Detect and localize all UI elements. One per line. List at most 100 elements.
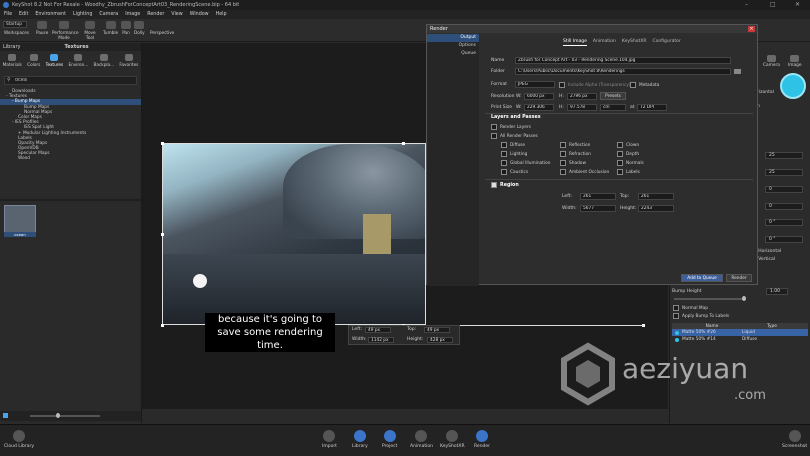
slider-handle[interactable] xyxy=(56,413,60,418)
import-button[interactable]: Import xyxy=(322,430,337,449)
pass-gi-checkbox[interactable]: Global Illumination xyxy=(501,160,550,166)
tab-environments[interactable]: Environ... xyxy=(68,52,88,72)
res-width-field[interactable]: 6000 px xyxy=(524,93,554,100)
tab-image[interactable]: Image xyxy=(788,55,801,68)
region-handle-ml[interactable] xyxy=(161,233,164,236)
pass-labels-checkbox[interactable]: Labels xyxy=(617,169,640,175)
param-field[interactable]: 0 xyxy=(765,203,803,210)
column-header-type[interactable]: Type xyxy=(742,324,802,329)
close-window-button[interactable]: ✕ xyxy=(795,1,800,8)
pass-clown-checkbox[interactable]: Clown xyxy=(617,142,639,148)
add-to-queue-button[interactable]: Add to Queue xyxy=(681,274,723,282)
pan-button[interactable]: Pan xyxy=(121,21,131,35)
menu-edit[interactable]: Edit xyxy=(19,12,28,17)
param-field[interactable]: 0 ° xyxy=(765,219,803,226)
region-handle-tl[interactable] xyxy=(161,142,164,145)
pass-refraction-checkbox[interactable]: Refraction xyxy=(560,151,591,157)
format-select[interactable]: JPEG xyxy=(515,81,555,88)
region-handle-tm[interactable] xyxy=(402,142,405,145)
move-tool-button[interactable]: Move Tool xyxy=(82,21,98,40)
render-nav-button[interactable]: Render xyxy=(474,430,490,449)
panel-splitter[interactable] xyxy=(0,199,141,201)
material-preview-swatch[interactable] xyxy=(780,73,806,99)
tab-backplates[interactable]: Backpla... xyxy=(94,52,114,72)
region-left-input[interactable]: 261 xyxy=(580,193,616,200)
minimize-button[interactable]: – xyxy=(745,1,748,8)
grid-view-icon[interactable] xyxy=(3,413,8,418)
res-height-field[interactable]: 2796 px xyxy=(567,93,597,100)
presets-button[interactable]: Presets xyxy=(600,92,626,100)
print-height-field[interactable]: 97.578 xyxy=(567,104,597,111)
param-field[interactable]: 0 ° xyxy=(765,236,803,243)
tab-colors[interactable]: Colors xyxy=(27,52,40,72)
pause-button[interactable]: Pause xyxy=(36,21,48,35)
pass-normals-checkbox[interactable]: Normals xyxy=(617,160,644,166)
menu-window[interactable]: Window xyxy=(190,12,209,17)
perspective-select[interactable]: Perspective xyxy=(150,30,174,35)
dialog-close-button[interactable]: × xyxy=(748,26,755,32)
metadata-checkbox[interactable]: Metadata xyxy=(630,82,659,88)
pass-caustics-checkbox[interactable]: Caustics xyxy=(501,169,528,175)
pass-ao-checkbox[interactable]: Ambient Occlusion xyxy=(560,169,609,175)
print-dpi-field[interactable]: 72 DPI xyxy=(637,104,667,111)
menu-camera[interactable]: Camera xyxy=(99,12,118,17)
folder-field[interactable]: C:\Users\Public\Documents\KeyShot 8\Rend… xyxy=(515,68,731,75)
render-layers-checkbox[interactable]: Render Layers xyxy=(491,124,531,130)
menu-help[interactable]: Help xyxy=(216,12,227,17)
pass-lighting-checkbox[interactable]: Lighting xyxy=(501,151,527,157)
all-passes-checkbox[interactable]: All Render Passes xyxy=(491,133,538,139)
include-alpha-checkbox[interactable]: Include Alpha (Transparency) xyxy=(559,82,631,88)
region-checkbox[interactable]: Region xyxy=(491,182,519,188)
normal-map-checkbox[interactable]: Normal Map xyxy=(673,305,708,311)
library-button[interactable]: Library xyxy=(352,430,368,449)
print-unit-select[interactable]: cm xyxy=(600,104,626,111)
folder-browse-icon[interactable] xyxy=(734,69,741,74)
region-height-input[interactable]: 2243 xyxy=(638,205,674,212)
keyshotxr-button[interactable]: KeyShotXR xyxy=(440,430,465,449)
param-field[interactable]: 0 xyxy=(765,186,803,193)
name-field[interactable]: Zbrush for Concept Art - 03 - Rendering … xyxy=(515,57,731,64)
menu-view[interactable]: View xyxy=(171,12,182,17)
render-button[interactable]: Render xyxy=(726,274,752,282)
nav-output[interactable]: Output xyxy=(427,34,479,42)
tumble-button[interactable]: Tumble xyxy=(103,21,118,35)
param-field[interactable]: 25 xyxy=(765,169,803,176)
nav-options[interactable]: Options xyxy=(427,42,479,50)
menu-environment[interactable]: Environment xyxy=(35,12,66,17)
region-width-input[interactable]: 5677 xyxy=(580,205,616,212)
project-button[interactable]: Project xyxy=(382,430,397,449)
apply-bump-checkbox[interactable]: Apply Bump To Labels xyxy=(673,313,729,319)
thumbnail-size-slider[interactable] xyxy=(30,415,100,417)
tab-textures[interactable]: Textures xyxy=(46,52,63,72)
menu-render[interactable]: Render xyxy=(147,12,164,17)
nav-queue[interactable]: Queue xyxy=(427,50,479,58)
bump-height-field[interactable]: 1.00 xyxy=(766,288,788,295)
region-top-input[interactable]: 261 xyxy=(638,193,674,200)
print-width-field[interactable]: 229.306 xyxy=(524,104,554,111)
menu-image[interactable]: Image xyxy=(125,12,140,17)
performance-mode-button[interactable]: Performance Mode xyxy=(52,21,79,40)
library-search-input[interactable]: ⚲ ocea xyxy=(4,76,137,85)
table-row[interactable]: Matte 50% #26 Liquid xyxy=(672,329,808,336)
column-header-name[interactable]: Name xyxy=(682,324,742,329)
region-top-field[interactable]: 49 px xyxy=(424,327,450,333)
workspaces-button[interactable]: Workspaces xyxy=(4,30,29,35)
screenshot-button[interactable]: Screenshot xyxy=(782,430,807,449)
animation-button[interactable]: Animation xyxy=(410,430,433,449)
menu-file[interactable]: File xyxy=(4,12,12,17)
slider-handle[interactable] xyxy=(742,296,746,301)
region-height-field[interactable]: 428 px xyxy=(427,337,453,343)
workspace-select[interactable]: Startup xyxy=(3,21,27,28)
dolly-button[interactable]: Dolly xyxy=(134,21,145,35)
cloud-library-button[interactable]: Cloud Library xyxy=(4,430,34,449)
param-field[interactable]: 25 xyxy=(765,152,803,159)
maximize-button[interactable]: □ xyxy=(770,1,776,8)
pass-shadow-checkbox[interactable]: Shadow xyxy=(560,160,586,166)
tab-still-image[interactable]: Still Image xyxy=(563,39,587,46)
tab-configurator[interactable]: Configurator xyxy=(652,39,680,46)
pass-reflection-checkbox[interactable]: Reflection xyxy=(560,142,590,148)
pass-diffuse-checkbox[interactable]: Diffuse xyxy=(501,142,525,148)
menu-lighting[interactable]: Lighting xyxy=(73,12,92,17)
tab-animation[interactable]: Animation xyxy=(593,39,616,46)
tab-favorites[interactable]: Favorites xyxy=(119,52,138,72)
